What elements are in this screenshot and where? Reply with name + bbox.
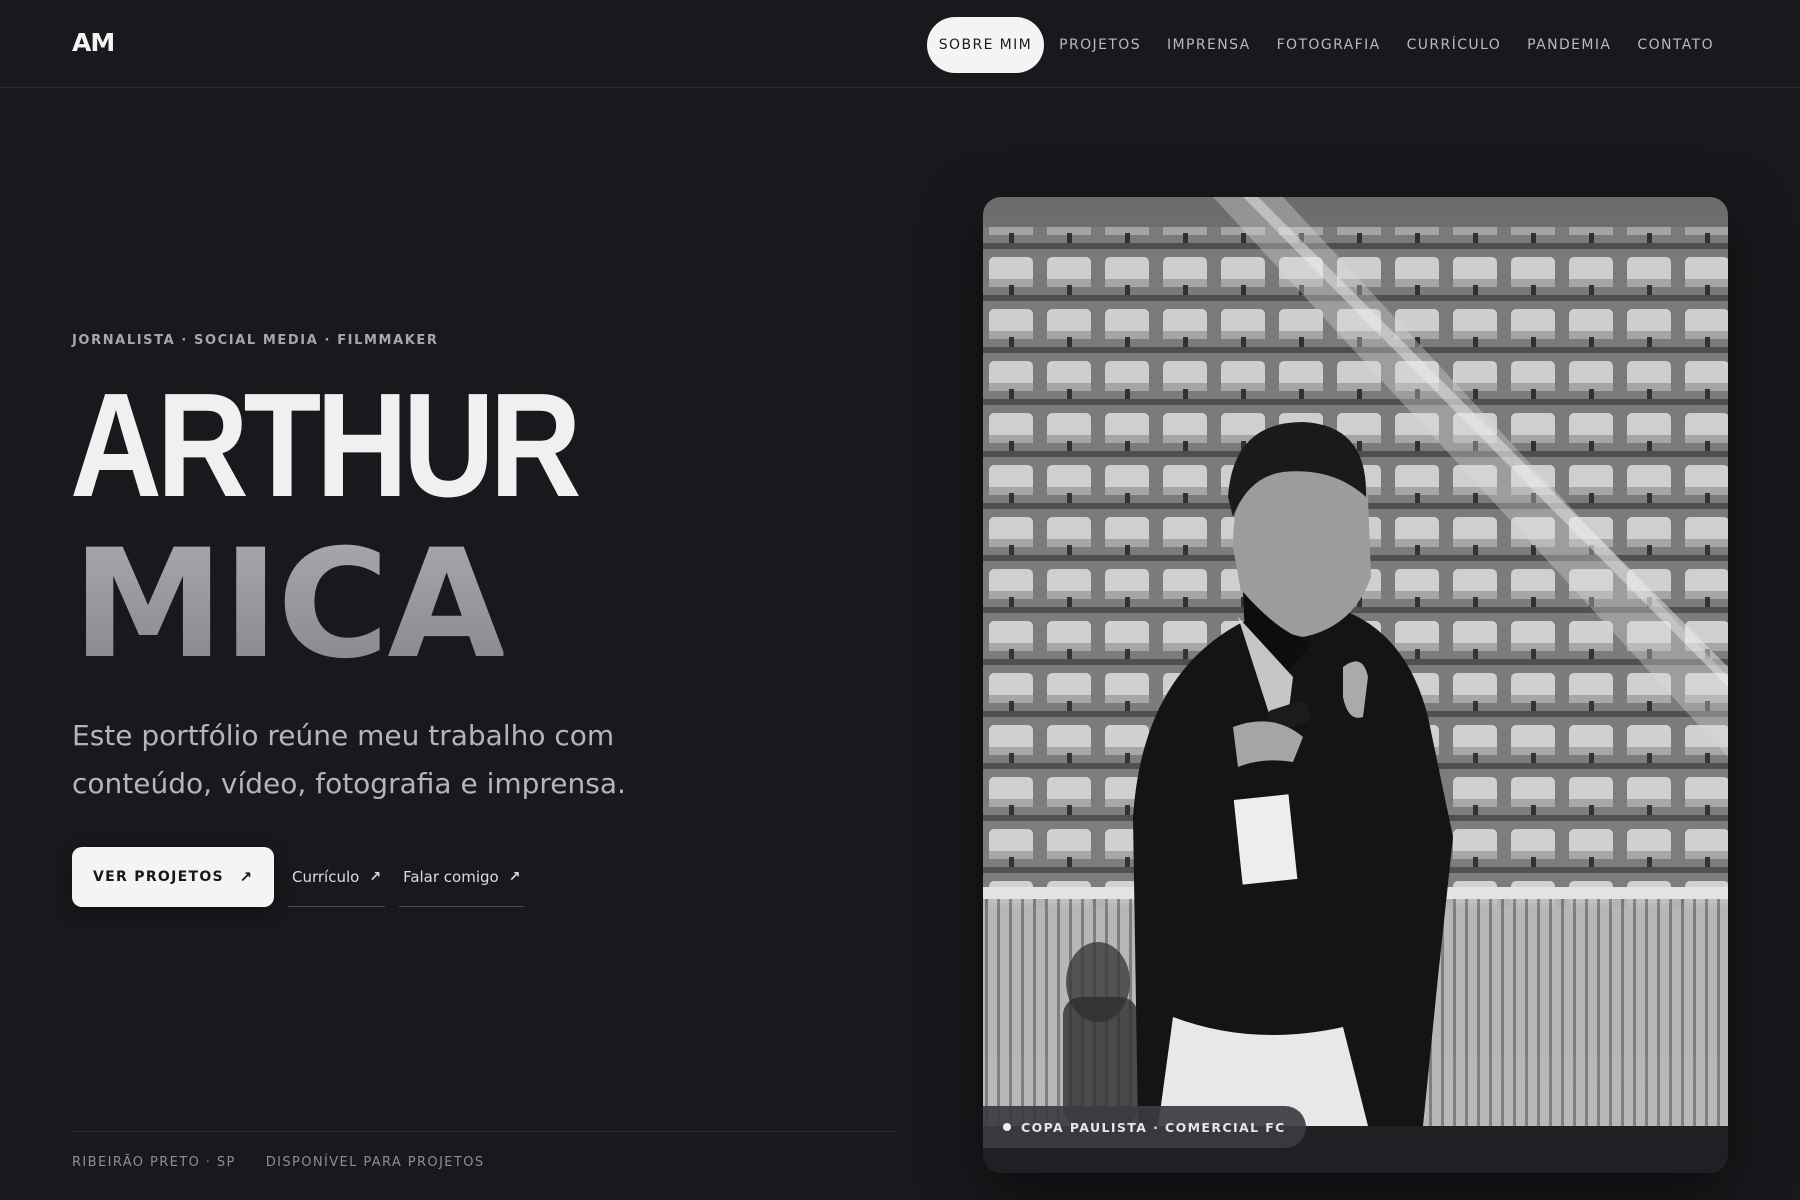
resume-link[interactable]: Currículo ↗ bbox=[288, 847, 386, 907]
hero-footer: RIBEIRÃO PRETO · SP DISPONÍVEL PARA PROJ… bbox=[72, 1155, 485, 1170]
view-projects-label: VER PROJETOS bbox=[93, 869, 224, 885]
hero-intro: Este portfólio reúne meu trabalho com co… bbox=[72, 719, 626, 800]
availability-text: DISPONÍVEL PARA PROJETOS bbox=[265, 1155, 485, 1170]
photo-caption-text: COPA PAULISTA · COMERCIAL FC bbox=[1021, 1119, 1286, 1135]
nav-item-sobre-mim[interactable]: SOBRE MIM bbox=[926, 17, 1045, 73]
caption-dot-icon bbox=[1003, 1123, 1011, 1131]
nav-item-fotografia[interactable]: FOTOGRAFIA bbox=[1264, 17, 1394, 73]
hero-last-name: MICA bbox=[72, 518, 506, 692]
contact-link-label: Falar comigo bbox=[403, 867, 499, 886]
hero-actions: VER PROJETOS ↗ Currículo ↗ Falar comigo … bbox=[72, 847, 525, 907]
contact-link[interactable]: Falar comigo ↗ bbox=[399, 847, 525, 907]
arrow-up-right-icon: ↗ bbox=[369, 868, 382, 885]
main-nav: SOBRE MIM PROJETOS IMPRENSA FOTOGRAFIA C… bbox=[926, 17, 1800, 73]
nav-item-curriculo[interactable]: CURRÍCULO bbox=[1394, 17, 1515, 73]
footer-divider bbox=[72, 1131, 895, 1132]
arrow-up-right-icon: ↗ bbox=[508, 868, 521, 885]
nav-item-projetos[interactable]: PROJETOS bbox=[1046, 17, 1154, 73]
portrait-photo bbox=[983, 197, 1728, 1126]
portrait-photo-card: COPA PAULISTA · COMERCIAL FC bbox=[983, 197, 1728, 1173]
nav-item-contato[interactable]: CONTATO bbox=[1624, 17, 1727, 73]
resume-link-label: Currículo bbox=[292, 867, 360, 886]
view-projects-button[interactable]: VER PROJETOS ↗ bbox=[72, 847, 274, 907]
hero-first-name: ARTHUR bbox=[70, 363, 582, 528]
nav-item-pandemia[interactable]: PANDEMIA bbox=[1514, 17, 1624, 73]
location-text: RIBEIRÃO PRETO · SP bbox=[72, 1155, 236, 1170]
photo-caption: COPA PAULISTA · COMERCIAL FC bbox=[983, 1106, 1306, 1148]
site-header: AM SOBRE MIM PROJETOS IMPRENSA FOTOGRAFI… bbox=[0, 0, 1800, 88]
nav-item-imprensa[interactable]: IMPRENSA bbox=[1154, 17, 1264, 73]
site-logo[interactable]: AM bbox=[72, 28, 115, 57]
arrow-up-right-icon: ↗ bbox=[239, 869, 252, 886]
hero-eyebrow: JORNALISTA · SOCIAL MEDIA · FILMMAKER bbox=[72, 333, 439, 348]
